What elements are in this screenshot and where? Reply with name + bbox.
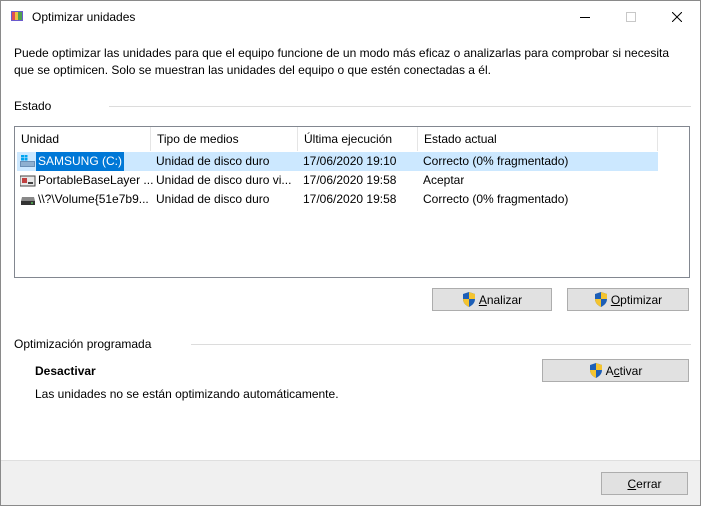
drives-list-header: Unidad Tipo de medios Última ejecución E… [15, 127, 689, 151]
drive-media: Unidad de disco duro vi... [156, 173, 292, 187]
column-header-status[interactable]: Estado actual [418, 127, 658, 151]
uac-shield-icon [589, 363, 602, 378]
system-drive-icon [20, 155, 35, 167]
optimize-label: ptimizar [620, 292, 663, 307]
column-header-unit[interactable]: Unidad [15, 127, 151, 151]
close-accel-key: C [627, 476, 637, 491]
dialog-footer: Cerrar [1, 460, 700, 505]
status-group-line [109, 106, 691, 107]
drive-status: Correcto (0% fragmentado) [423, 154, 569, 168]
close-window-button[interactable] [654, 1, 700, 32]
drive-unit: SAMSUNG (C:) [36, 152, 124, 171]
drives-list[interactable]: Unidad Tipo de medios Última ejecución E… [14, 126, 690, 278]
uac-shield-icon [594, 292, 607, 307]
drive-row-portable[interactable]: PortableBaseLayer ... Unidad de disco du… [17, 171, 658, 190]
analyze-accel-key: A [478, 292, 487, 307]
schedule-state: Desactivar [35, 364, 96, 378]
drive-last-run: 17/06/2020 19:10 [303, 154, 397, 168]
column-header-last-run[interactable]: Última ejecución [298, 127, 418, 151]
drive-unit: PortableBaseLayer ... [38, 173, 154, 187]
drive-status: Correcto (0% fragmentado) [423, 192, 569, 206]
drive-unit: \\?\Volume{51e7b9... [38, 192, 149, 206]
virtual-drive-icon [20, 175, 36, 187]
window-title: Optimizar unidades [32, 10, 136, 24]
activate-button[interactable]: Activar [542, 359, 689, 382]
drive-media: Unidad de disco duro [156, 192, 270, 206]
defrag-app-icon [11, 11, 23, 21]
schedule-detail: Las unidades no se están optimizando aut… [35, 387, 339, 401]
drive-status: Aceptar [423, 173, 465, 187]
column-header-media[interactable]: Tipo de medios [151, 127, 298, 151]
status-group-label: Estado [14, 99, 58, 113]
title-bar[interactable]: Optimizar unidades [1, 1, 700, 32]
maximize-button[interactable] [608, 1, 654, 32]
drive-last-run: 17/06/2020 19:58 [303, 173, 397, 187]
drive-last-run: 17/06/2020 19:58 [303, 192, 397, 206]
description-text: Puede optimizar las unidades para que el… [14, 46, 670, 77]
optimize-button[interactable]: Optimizar [567, 288, 689, 311]
drive-row-volume[interactable]: \\?\Volume{51e7b9... Unidad de disco dur… [17, 190, 658, 209]
analyze-button[interactable]: Analizar [432, 288, 552, 311]
close-icon [672, 11, 682, 22]
analyze-label: nalizar [486, 292, 523, 307]
optimize-drives-window: Optimizar unidades Puede optimizar las u… [0, 0, 701, 506]
minimize-button[interactable] [562, 1, 608, 32]
optimize-accel-key: O [610, 292, 621, 307]
close-label: errar [636, 476, 662, 491]
activate-label-start: A [605, 363, 614, 378]
maximize-icon [626, 11, 636, 22]
activate-label: tivar [619, 363, 643, 378]
minimize-icon [580, 16, 590, 18]
drive-media: Unidad de disco duro [156, 154, 270, 168]
schedule-group-label: Optimización programada [14, 337, 158, 351]
close-button[interactable]: Cerrar [601, 472, 688, 495]
schedule-group-line [191, 344, 691, 345]
hard-drive-icon [21, 197, 35, 205]
drive-row-samsung[interactable]: SAMSUNG (C:) Unidad de disco duro 17/06/… [17, 152, 658, 171]
uac-shield-icon [462, 292, 475, 307]
